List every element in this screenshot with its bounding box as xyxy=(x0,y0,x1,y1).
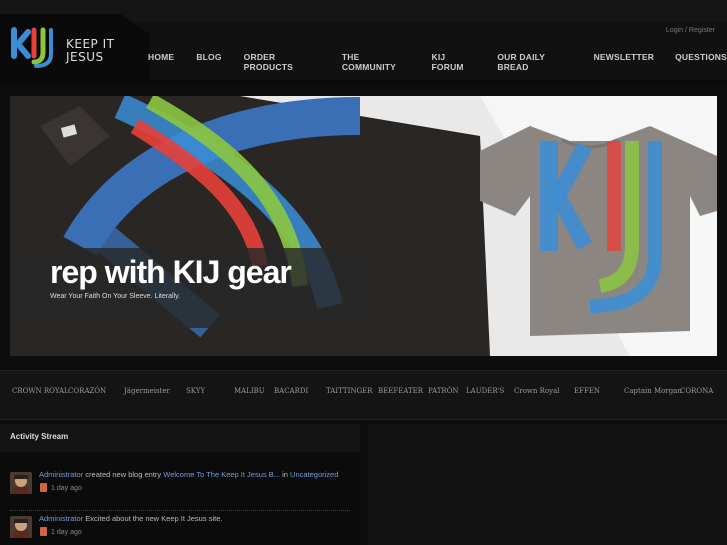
login-link[interactable]: Login xyxy=(666,27,683,34)
nav-questions[interactable]: QUESTIONS xyxy=(675,52,727,72)
brand-logo-4: SKYY xyxy=(186,387,206,395)
brand-logo-5: MALIBU xyxy=(234,387,265,395)
avatar[interactable] xyxy=(10,472,32,494)
brand-logo-3: Jägermeister xyxy=(124,387,170,395)
main-nav: HOME BLOG ORDER PRODUCTS THE COMMUNITY K… xyxy=(140,52,727,72)
hero-subtitle: Wear Your Faith On Your Sleeve. Literall… xyxy=(50,293,181,300)
activity-text: Administrator Excited about the new Keep… xyxy=(39,514,222,523)
blog-entry-icon xyxy=(40,483,47,492)
brand-logo-9: PATRÓN xyxy=(428,387,459,395)
activity-action: created new blog entry xyxy=(85,470,162,479)
sponsor-logos-bar: CROWN ROYAL CORAZÓN Jägermeister SKYY MA… xyxy=(0,370,727,420)
kij-logo[interactable] xyxy=(10,26,56,68)
hero-banner[interactable]: rep with KIJ gear Wear Your Faith On You… xyxy=(10,96,717,356)
brand-logo-11: Crown Royal xyxy=(514,387,560,395)
account-separator: / xyxy=(685,27,687,34)
brand-logo-12: EFFEN xyxy=(574,387,601,395)
activity-entry-link[interactable]: Welcome To The Keep It Jesus B... xyxy=(163,470,280,479)
logo-text: KEEP IT JESUS xyxy=(66,38,114,64)
nav-the-community[interactable]: THE COMMUNITY xyxy=(342,52,411,72)
brand-logo-6: BACARDI xyxy=(274,387,309,395)
logo-text-line2: JESUS xyxy=(66,50,104,64)
nav-order-products[interactable]: ORDER PRODUCTS xyxy=(244,52,321,72)
hero-title: rep with KIJ gear xyxy=(50,254,292,290)
activity-in-text: in xyxy=(282,470,288,479)
right-panel xyxy=(368,424,727,545)
account-links: Login / Register xyxy=(666,27,715,34)
nav-home[interactable]: HOME xyxy=(148,52,174,72)
avatar[interactable] xyxy=(10,516,32,538)
nav-kij-forum[interactable]: KIJ FORUM xyxy=(432,52,477,72)
brand-logo-8: BEEFEATER xyxy=(378,387,424,395)
activity-time: 1 day ago xyxy=(51,529,82,536)
brand-logo-1: CROWN ROYAL xyxy=(12,387,69,395)
activity-text: Administrator created new blog entry Wel… xyxy=(39,470,338,479)
nav-divider xyxy=(0,80,727,86)
activity-category-link[interactable]: Uncategorized xyxy=(290,470,338,479)
activity-status: Excited about the new Keep It Jesus site… xyxy=(85,514,223,523)
status-icon xyxy=(40,527,47,536)
activity-time: 1 day ago xyxy=(51,485,82,492)
brand-logo-13: Captain Morgan xyxy=(624,387,682,395)
brand-logo-7: TAITTINGER xyxy=(326,387,373,395)
nav-newsletter[interactable]: NEWSLETTER xyxy=(594,52,655,72)
activity-user-link[interactable]: Administrator xyxy=(39,470,83,479)
register-link[interactable]: Register xyxy=(689,27,715,34)
brand-logo-2: CORAZÓN xyxy=(68,387,107,395)
activity-stream-title: Activity Stream xyxy=(10,432,69,441)
activity-user-link[interactable]: Administrator xyxy=(39,514,83,523)
brand-logo-10: LAUDER'S xyxy=(466,387,505,395)
activity-divider xyxy=(10,510,350,511)
nav-our-daily-bread[interactable]: OUR DAILY BREAD xyxy=(497,52,572,72)
brand-logo-14: CORONA xyxy=(680,387,714,395)
nav-blog[interactable]: BLOG xyxy=(196,52,221,72)
